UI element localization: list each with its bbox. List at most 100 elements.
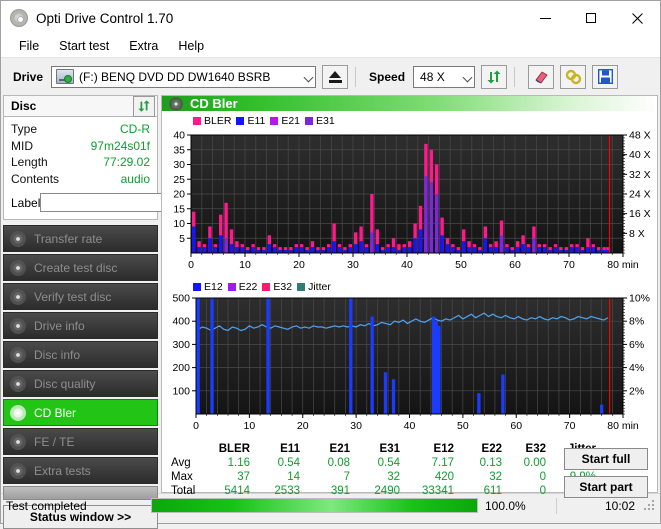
speed-label: Speed xyxy=(369,70,405,84)
stats-cell: 0.00 xyxy=(509,456,553,470)
sidebar-item-create-test-disc[interactable]: Create test disc xyxy=(3,254,158,281)
stats-cell: 14 xyxy=(257,470,307,484)
legend-swatch xyxy=(305,117,313,125)
legend-swatch xyxy=(297,283,305,291)
stats-cell: 0.08 xyxy=(307,456,357,470)
sidebar-item-disc-info[interactable]: Disc info xyxy=(3,341,158,368)
start-part-button[interactable]: Start part xyxy=(564,476,648,498)
sidebar-item-drive-info[interactable]: Drive info xyxy=(3,312,158,339)
erase-button[interactable] xyxy=(528,65,554,89)
svg-text:50: 50 xyxy=(457,420,469,432)
disc-value: 97m24s01f xyxy=(91,138,150,155)
speed-select[interactable]: 48 X xyxy=(413,66,475,88)
disc-refresh-button[interactable] xyxy=(133,96,155,117)
disc-icon xyxy=(10,289,26,305)
sidebar-item-label: Transfer rate xyxy=(34,232,102,246)
disc-value: 77:29.02 xyxy=(103,154,150,171)
sidebar-item-disc-quality[interactable]: Disc quality xyxy=(3,370,158,397)
stats-cell: 391 xyxy=(307,484,357,498)
svg-text:25: 25 xyxy=(173,174,185,186)
resize-grip[interactable] xyxy=(643,499,657,513)
disc-icon xyxy=(169,97,183,111)
progress-percent: 100.0% xyxy=(478,499,556,513)
title-bar: Opti Drive Control 1.70 xyxy=(1,1,660,35)
sidebar-item-cd-bler[interactable]: CD Bler xyxy=(3,399,158,426)
svg-text:24 X: 24 X xyxy=(629,189,651,201)
svg-text:10: 10 xyxy=(173,218,185,230)
bler-chart-canvas: 5101520253035408 X16 X24 X32 X40 X48 X01… xyxy=(163,113,659,275)
stats-cell: 2490 xyxy=(357,484,407,498)
chevron-down-icon xyxy=(304,72,314,82)
svg-text:100: 100 xyxy=(172,385,190,397)
table-row: Avg 1.16 0.54 0.08 0.54 7.17 0.13 0.00 8… xyxy=(169,456,603,470)
sidebar-item-verify-test-disc[interactable]: Verify test disc xyxy=(3,283,158,310)
stats-col-e21: E21 xyxy=(307,442,357,456)
svg-text:15: 15 xyxy=(173,203,185,215)
svg-text:40: 40 xyxy=(401,259,413,271)
legend-swatch xyxy=(193,117,201,125)
stats-cell: 5414 xyxy=(205,484,257,498)
settings-button[interactable] xyxy=(560,65,586,89)
content-pane: CD Bler BLERE11E21E31 5101520253035408 X… xyxy=(161,95,658,493)
jitter-chart-canvas: 1002003004005002%4%6%8%10%01020304050607… xyxy=(163,280,659,436)
close-button[interactable] xyxy=(614,1,660,35)
svg-text:30: 30 xyxy=(347,259,359,271)
sidebar-item-fe-te[interactable]: FE / TE xyxy=(3,428,158,455)
pane-header: CD Bler xyxy=(162,96,657,111)
stats-cell: 37 xyxy=(205,470,257,484)
stats-cell: 611 xyxy=(461,484,509,498)
svg-text:4%: 4% xyxy=(629,362,644,374)
menu-start-test[interactable]: Start test xyxy=(50,37,118,55)
stats-cell: 7 xyxy=(307,470,357,484)
disc-key: Type xyxy=(11,121,37,138)
sidebar-item-extra-tests[interactable]: Extra tests xyxy=(3,457,158,484)
stats-col-bler: BLER xyxy=(205,442,257,456)
legend-swatch xyxy=(270,117,278,125)
menu-help[interactable]: Help xyxy=(169,37,213,55)
disc-row-type: Type CD-R xyxy=(11,121,150,138)
menu-extra[interactable]: Extra xyxy=(120,37,167,55)
stats-col-e32: E32 xyxy=(509,442,553,456)
svg-text:400: 400 xyxy=(172,316,190,328)
drive-select-value: (F:) BENQ DVD DD DW1640 BSRB xyxy=(79,70,270,84)
stats-cell: 32 xyxy=(461,470,509,484)
svg-text:20: 20 xyxy=(297,420,309,432)
drive-select[interactable]: (F:) BENQ DVD DD DW1640 BSRB xyxy=(51,66,316,88)
save-button[interactable] xyxy=(592,65,618,89)
sidebar-item-transfer-rate[interactable]: Transfer rate xyxy=(3,225,158,252)
svg-text:0: 0 xyxy=(193,420,199,432)
toolbar: Drive (F:) BENQ DVD DD DW1640 BSRB Speed… xyxy=(1,57,660,95)
table-row: Max 37 14 7 32 420 32 0 9.9% xyxy=(169,470,603,484)
disc-icon xyxy=(10,318,26,334)
menu-file[interactable]: File xyxy=(10,37,48,55)
disc-icon xyxy=(10,9,28,27)
window-title: Opti Drive Control 1.70 xyxy=(36,11,173,26)
svg-text:70: 70 xyxy=(564,420,576,432)
svg-text:5: 5 xyxy=(179,233,185,245)
disc-icon xyxy=(10,347,26,363)
speed-select-value: 48 X xyxy=(420,70,445,84)
charts-area: BLERE11E21E31 5101520253035408 X16 X24 X… xyxy=(162,111,657,498)
svg-text:30: 30 xyxy=(350,420,362,432)
stats-row-label: Avg xyxy=(169,456,205,470)
eject-button[interactable] xyxy=(322,65,348,89)
minimize-button[interactable] xyxy=(522,1,568,35)
maximize-button[interactable] xyxy=(568,1,614,35)
start-buttons: Start full Start part xyxy=(564,448,648,504)
disc-value: audio xyxy=(121,171,150,188)
legend-swatch xyxy=(262,283,270,291)
legend-item: Jitter xyxy=(297,281,331,293)
start-full-button[interactable]: Start full xyxy=(564,448,648,470)
svg-text:6%: 6% xyxy=(629,339,644,351)
stats-cell: 0 xyxy=(509,470,553,484)
refresh-button[interactable] xyxy=(481,65,507,89)
svg-text:20: 20 xyxy=(293,259,305,271)
svg-text:80 min: 80 min xyxy=(607,420,639,432)
svg-text:30: 30 xyxy=(173,159,185,171)
svg-text:40: 40 xyxy=(173,130,185,142)
sidebar-item-label: Drive info xyxy=(34,319,85,333)
sidebar-item-label: Disc info xyxy=(34,348,80,362)
drive-icon xyxy=(56,69,74,84)
maximize-icon xyxy=(586,13,596,23)
stats-row-label: Total xyxy=(169,484,205,498)
